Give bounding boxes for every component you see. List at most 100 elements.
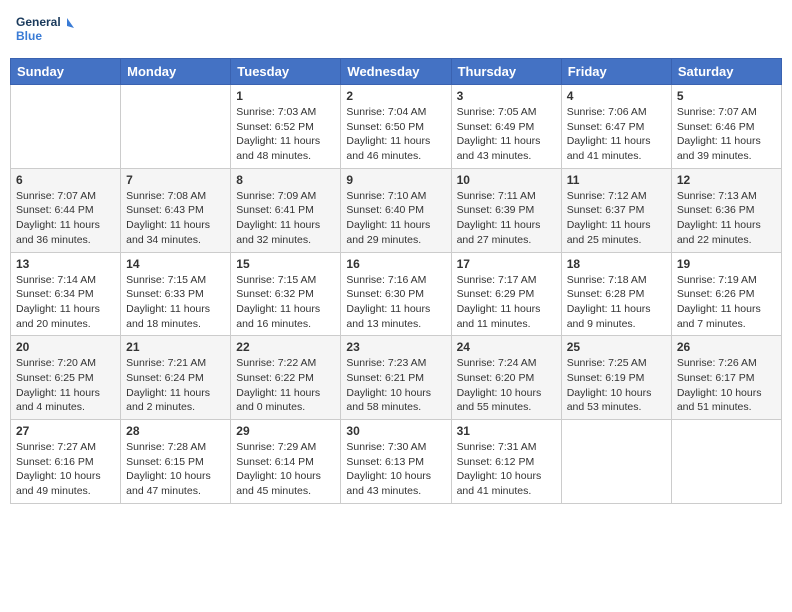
day-cell: 1 Sunrise: 7:03 AM Sunset: 6:52 PM Dayli… <box>231 85 341 169</box>
daylight-text: Daylight: 11 hours and 13 minutes. <box>346 303 430 330</box>
week-row-4: 20 Sunrise: 7:20 AM Sunset: 6:25 PM Dayl… <box>11 336 782 420</box>
sunset-text: Sunset: 6:29 PM <box>457 288 535 300</box>
day-cell: 30 Sunrise: 7:30 AM Sunset: 6:13 PM Dayl… <box>341 420 451 504</box>
day-info: Sunrise: 7:13 AM Sunset: 6:36 PM Dayligh… <box>677 189 776 248</box>
week-row-5: 27 Sunrise: 7:27 AM Sunset: 6:16 PM Dayl… <box>11 420 782 504</box>
day-number: 27 <box>16 424 115 438</box>
day-info: Sunrise: 7:18 AM Sunset: 6:28 PM Dayligh… <box>567 273 666 332</box>
day-cell: 27 Sunrise: 7:27 AM Sunset: 6:16 PM Dayl… <box>11 420 121 504</box>
sunrise-text: Sunrise: 7:10 AM <box>346 190 426 202</box>
day-info: Sunrise: 7:16 AM Sunset: 6:30 PM Dayligh… <box>346 273 445 332</box>
daylight-text: Daylight: 11 hours and 36 minutes. <box>16 219 100 246</box>
day-number: 13 <box>16 257 115 271</box>
day-number: 18 <box>567 257 666 271</box>
sunrise-text: Sunrise: 7:11 AM <box>457 190 536 202</box>
day-cell: 29 Sunrise: 7:29 AM Sunset: 6:14 PM Dayl… <box>231 420 341 504</box>
weekday-header-friday: Friday <box>561 59 671 85</box>
day-number: 14 <box>126 257 225 271</box>
day-number: 1 <box>236 89 335 103</box>
sunset-text: Sunset: 6:33 PM <box>126 288 204 300</box>
day-cell: 11 Sunrise: 7:12 AM Sunset: 6:37 PM Dayl… <box>561 168 671 252</box>
sunrise-text: Sunrise: 7:23 AM <box>346 357 426 369</box>
sunrise-text: Sunrise: 7:28 AM <box>126 441 206 453</box>
daylight-text: Daylight: 10 hours and 53 minutes. <box>567 387 652 414</box>
day-number: 12 <box>677 173 776 187</box>
sunrise-text: Sunrise: 7:30 AM <box>346 441 426 453</box>
sunrise-text: Sunrise: 7:18 AM <box>567 274 647 286</box>
day-cell: 3 Sunrise: 7:05 AM Sunset: 6:49 PM Dayli… <box>451 85 561 169</box>
sunrise-text: Sunrise: 7:09 AM <box>236 190 316 202</box>
day-cell: 19 Sunrise: 7:19 AM Sunset: 6:26 PM Dayl… <box>671 252 781 336</box>
sunset-text: Sunset: 6:14 PM <box>236 456 314 468</box>
day-cell: 14 Sunrise: 7:15 AM Sunset: 6:33 PM Dayl… <box>121 252 231 336</box>
sunrise-text: Sunrise: 7:25 AM <box>567 357 647 369</box>
daylight-text: Daylight: 11 hours and 16 minutes. <box>236 303 320 330</box>
sunset-text: Sunset: 6:43 PM <box>126 204 204 216</box>
day-info: Sunrise: 7:07 AM Sunset: 6:44 PM Dayligh… <box>16 189 115 248</box>
sunrise-text: Sunrise: 7:24 AM <box>457 357 537 369</box>
daylight-text: Daylight: 11 hours and 34 minutes. <box>126 219 210 246</box>
day-number: 8 <box>236 173 335 187</box>
sunrise-text: Sunrise: 7:22 AM <box>236 357 316 369</box>
daylight-text: Daylight: 11 hours and 25 minutes. <box>567 219 651 246</box>
day-number: 20 <box>16 340 115 354</box>
day-number: 16 <box>346 257 445 271</box>
day-info: Sunrise: 7:25 AM Sunset: 6:19 PM Dayligh… <box>567 356 666 415</box>
day-info: Sunrise: 7:19 AM Sunset: 6:26 PM Dayligh… <box>677 273 776 332</box>
day-number: 9 <box>346 173 445 187</box>
sunset-text: Sunset: 6:19 PM <box>567 372 645 384</box>
day-cell: 8 Sunrise: 7:09 AM Sunset: 6:41 PM Dayli… <box>231 168 341 252</box>
day-info: Sunrise: 7:20 AM Sunset: 6:25 PM Dayligh… <box>16 356 115 415</box>
day-number: 28 <box>126 424 225 438</box>
day-number: 5 <box>677 89 776 103</box>
daylight-text: Daylight: 11 hours and 2 minutes. <box>126 387 210 414</box>
sunrise-text: Sunrise: 7:04 AM <box>346 106 426 118</box>
day-number: 7 <box>126 173 225 187</box>
day-info: Sunrise: 7:23 AM Sunset: 6:21 PM Dayligh… <box>346 356 445 415</box>
sunrise-text: Sunrise: 7:05 AM <box>457 106 537 118</box>
day-info: Sunrise: 7:24 AM Sunset: 6:20 PM Dayligh… <box>457 356 556 415</box>
day-info: Sunrise: 7:28 AM Sunset: 6:15 PM Dayligh… <box>126 440 225 499</box>
calendar-table: SundayMondayTuesdayWednesdayThursdayFrid… <box>10 58 782 504</box>
day-info: Sunrise: 7:05 AM Sunset: 6:49 PM Dayligh… <box>457 105 556 164</box>
week-row-3: 13 Sunrise: 7:14 AM Sunset: 6:34 PM Dayl… <box>11 252 782 336</box>
sunset-text: Sunset: 6:20 PM <box>457 372 535 384</box>
day-info: Sunrise: 7:06 AM Sunset: 6:47 PM Dayligh… <box>567 105 666 164</box>
daylight-text: Daylight: 11 hours and 29 minutes. <box>346 219 430 246</box>
weekday-header-wednesday: Wednesday <box>341 59 451 85</box>
sunset-text: Sunset: 6:32 PM <box>236 288 314 300</box>
sunset-text: Sunset: 6:12 PM <box>457 456 535 468</box>
daylight-text: Daylight: 10 hours and 51 minutes. <box>677 387 762 414</box>
day-info: Sunrise: 7:30 AM Sunset: 6:13 PM Dayligh… <box>346 440 445 499</box>
sunset-text: Sunset: 6:30 PM <box>346 288 424 300</box>
sunrise-text: Sunrise: 7:21 AM <box>126 357 206 369</box>
day-info: Sunrise: 7:11 AM Sunset: 6:39 PM Dayligh… <box>457 189 556 248</box>
sunset-text: Sunset: 6:28 PM <box>567 288 645 300</box>
sunset-text: Sunset: 6:15 PM <box>126 456 204 468</box>
sunset-text: Sunset: 6:37 PM <box>567 204 645 216</box>
day-info: Sunrise: 7:03 AM Sunset: 6:52 PM Dayligh… <box>236 105 335 164</box>
daylight-text: Daylight: 11 hours and 7 minutes. <box>677 303 761 330</box>
day-cell: 20 Sunrise: 7:20 AM Sunset: 6:25 PM Dayl… <box>11 336 121 420</box>
weekday-header-saturday: Saturday <box>671 59 781 85</box>
day-info: Sunrise: 7:04 AM Sunset: 6:50 PM Dayligh… <box>346 105 445 164</box>
logo: General Blue <box>14 10 74 50</box>
day-cell: 10 Sunrise: 7:11 AM Sunset: 6:39 PM Dayl… <box>451 168 561 252</box>
day-number: 3 <box>457 89 556 103</box>
day-cell: 9 Sunrise: 7:10 AM Sunset: 6:40 PM Dayli… <box>341 168 451 252</box>
sunset-text: Sunset: 6:26 PM <box>677 288 755 300</box>
sunrise-text: Sunrise: 7:20 AM <box>16 357 96 369</box>
daylight-text: Daylight: 11 hours and 18 minutes. <box>126 303 210 330</box>
daylight-text: Daylight: 10 hours and 45 minutes. <box>236 470 321 497</box>
day-info: Sunrise: 7:31 AM Sunset: 6:12 PM Dayligh… <box>457 440 556 499</box>
daylight-text: Daylight: 11 hours and 22 minutes. <box>677 219 761 246</box>
daylight-text: Daylight: 11 hours and 20 minutes. <box>16 303 100 330</box>
weekday-header-row: SundayMondayTuesdayWednesdayThursdayFrid… <box>11 59 782 85</box>
daylight-text: Daylight: 10 hours and 47 minutes. <box>126 470 211 497</box>
weekday-header-thursday: Thursday <box>451 59 561 85</box>
day-cell <box>11 85 121 169</box>
day-number: 19 <box>677 257 776 271</box>
day-info: Sunrise: 7:15 AM Sunset: 6:33 PM Dayligh… <box>126 273 225 332</box>
sunrise-text: Sunrise: 7:12 AM <box>567 190 647 202</box>
day-cell: 6 Sunrise: 7:07 AM Sunset: 6:44 PM Dayli… <box>11 168 121 252</box>
